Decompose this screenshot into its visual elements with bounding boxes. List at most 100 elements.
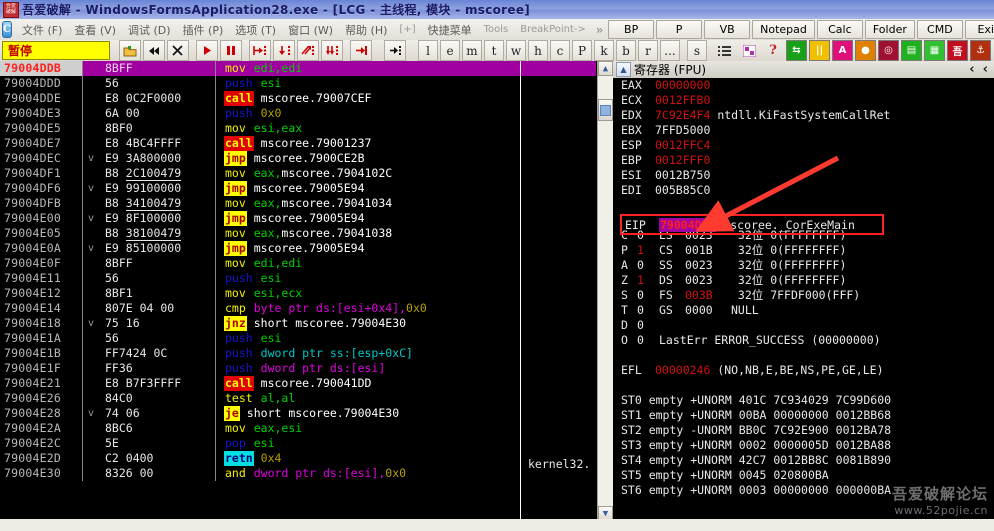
menu-item-plugins[interactable]: 插件 (P) (177, 20, 230, 40)
register-row[interactable]: EDI 005B85C0 (613, 183, 994, 198)
disassembly-rows[interactable]: 79004DDB 8BFF mov edi,edi 79004DDD 56 push es… (0, 61, 596, 481)
disassembly-row[interactable]: 79004E2D C2 0400 retn 0x4 (0, 451, 596, 466)
disassembly-row[interactable]: 79004E1F FF36 push dword ptr ds:[esi] (0, 361, 596, 376)
hex-icon[interactable]: ▦ (924, 40, 945, 61)
toolbar-letter-e[interactable]: e (440, 40, 460, 61)
disassembly-row[interactable]: 79004E18 v 75 16 jnz short mscoree.79004E30 (0, 316, 596, 331)
fpu-register-row[interactable]: ST4 empty +UNORM 42C7 0012BB8C 0081B890 (613, 453, 994, 468)
disassembly-row[interactable]: 79004DDE E8 0C2F0000 call mscoree.79007CEF (0, 91, 596, 106)
disassembly-row[interactable]: 79004E12 8BF1 mov esi,ecx (0, 286, 596, 301)
eip-register-line[interactable]: EIP 79004DDB mscoree._CorExeMain (625, 218, 855, 233)
list-icon[interactable] (714, 40, 736, 61)
fpu-register-row[interactable]: ST0 empty +UNORM 401C 7C934029 7C99D600 (613, 393, 994, 408)
scroll-up-icon[interactable]: ▲ (598, 61, 613, 76)
collapse-icon[interactable]: ▲ (616, 62, 631, 77)
toolbar-letter-m[interactable]: m (462, 40, 482, 61)
register-row[interactable]: EBP 0012FFF0 (613, 153, 994, 168)
cmd-button[interactable]: CMD (916, 20, 963, 39)
flag-row[interactable]: D0 (613, 318, 994, 333)
help-icon[interactable]: ? (762, 40, 784, 61)
step-over-icon[interactable] (273, 40, 295, 61)
menu-item-file[interactable]: 文件 (F) (16, 20, 68, 40)
register-row[interactable]: ESI 0012B750 (613, 168, 994, 183)
toolbar-letter-s[interactable]: s (687, 40, 707, 61)
disassembly-row[interactable]: 79004DDD 56 push esi (0, 76, 596, 91)
disassembly-row[interactable]: 79004E1A 56 push esi (0, 331, 596, 346)
flag-row[interactable]: P 1 CS 001B 32位 0(FFFFFFFF) (613, 243, 994, 258)
exit-button[interactable]: Exit (964, 20, 994, 39)
toolbar-letter-ellipsis[interactable]: ... (660, 40, 680, 61)
efl-row[interactable]: EFL 00000246 (NO,NB,E,BE,NS,PE,GE,LE) (613, 363, 994, 378)
close-icon[interactable] (167, 40, 189, 61)
toolbar-letter-k[interactable]: k (594, 40, 614, 61)
disassembly-row[interactable]: 79004E00 v E9 8F100000 jmp mscoree.79005E94 (0, 211, 596, 226)
fpu-register-row[interactable]: ST1 empty +UNORM 00BA 00000000 0012BB68 (613, 408, 994, 423)
toolbar-letter-P[interactable]: P (572, 40, 592, 61)
flag-row[interactable]: S 0 FS 003B 32位 7FFDF000(FFF) (613, 288, 994, 303)
menu-item-window[interactable]: 窗口 (W) (282, 20, 339, 40)
toolbar-letter-l[interactable]: l (418, 40, 438, 61)
register-row[interactable]: ECX 0012FFB0 (613, 93, 994, 108)
toolbar-letter-c[interactable]: c (550, 40, 570, 61)
folder-button[interactable]: Folder (864, 20, 915, 39)
menu-item-breakpoint[interactable]: BreakPoint-> (514, 22, 592, 37)
register-row[interactable]: EAX 00000000 (613, 78, 994, 93)
toolbar-letter-b[interactable]: b (616, 40, 636, 61)
disassembly-row[interactable]: 79004E0A v E9 85100000 jmp mscoree.79005E94 (0, 241, 596, 256)
register-row[interactable]: EDX 7C92E4F4 ntdll.KiFastSystemCallRet (613, 108, 994, 123)
toolbar-letter-t[interactable]: t (484, 40, 504, 61)
target-icon[interactable]: ◎ (878, 40, 899, 61)
wu-icon[interactable]: 吾 (947, 40, 968, 61)
flag-row[interactable]: Z 1 DS 0023 32位 0(FFFFFFFF) (613, 273, 994, 288)
open-folder-icon[interactable] (119, 40, 141, 61)
flag-row[interactable]: T 0 GS 0000 NULL (613, 303, 994, 318)
toolbar-letter-r[interactable]: r (638, 40, 658, 61)
window-icon[interactable] (738, 40, 760, 61)
fpu-register-row[interactable]: ST2 empty -UNORM BB0C 7C92E900 0012BA78 (613, 423, 994, 438)
flag-icon[interactable]: ⚓ (970, 40, 991, 61)
disassembly-row[interactable]: 79004E30 8326 00 and dword ptr ds:[esi],0x… (0, 466, 596, 481)
disassembly-row[interactable]: 79004DDB 8BFF mov edi,edi (0, 61, 596, 76)
disassembly-row[interactable]: 79004E11 56 push esi (0, 271, 596, 286)
disassembly-row[interactable]: 79004DE7 E8 4BC4FFFF call mscoree.79001237 (0, 136, 596, 151)
vb-button[interactable]: VB (704, 20, 751, 39)
p-button[interactable]: P (656, 20, 703, 39)
disassembly-row[interactable]: 79004E0F 8BFF mov edi,edi (0, 256, 596, 271)
disassembly-row[interactable]: 79004E05 B8 38100479 mov eax,mscoree.79041… (0, 226, 596, 241)
disassembly-row[interactable]: 79004DE5 8BF0 mov esi,eax (0, 121, 596, 136)
fpu-register-row[interactable]: ST5 empty +UNORM 0045 020800BA (613, 468, 994, 483)
disassembly-row[interactable]: 79004E26 84C0 test al,al (0, 391, 596, 406)
menu-item-view[interactable]: 查看 (V) (68, 20, 122, 40)
disassembly-row[interactable]: 79004DFB B8 34100479 mov eax,mscoree.79041… (0, 196, 596, 211)
disassembly-row[interactable]: 79004DF1 B8 2C100479 mov eax,mscoree.79041… (0, 166, 596, 181)
register-row[interactable]: ESP 0012FFC4 (613, 138, 994, 153)
flag-row[interactable]: O 0 LastErr ERROR_SUCCESS (00000000) (613, 333, 994, 348)
pause-icon[interactable] (220, 40, 242, 61)
bp-button[interactable]: BP (608, 20, 655, 39)
disassembly-row[interactable]: 79004E28 v 74 06 je short mscoree.79004E30 (0, 406, 596, 421)
register-row[interactable]: EBX 7FFD5000 (613, 123, 994, 138)
chevron-left-icon-1[interactable]: ‹ (969, 62, 982, 77)
restart-icon[interactable] (143, 40, 165, 61)
menu-item-shortcut[interactable]: 快捷菜单 (422, 20, 478, 40)
trace-into-icon[interactable] (297, 40, 319, 61)
eip-value[interactable]: 79004DDB (659, 218, 717, 232)
sync-icon[interactable]: ⇆ (786, 40, 807, 61)
calc-icon[interactable]: ▤ (901, 40, 922, 61)
step-into-icon[interactable] (249, 40, 271, 61)
registers-panel[interactable]: ▲ 寄存器 (FPU) ‹ ‹ EAX 00000000 ECX 0012FFB0 ED… (613, 61, 994, 521)
menu-item-debug[interactable]: 调试 (D) (122, 20, 177, 40)
attach-icon[interactable]: A (832, 40, 853, 61)
fpu-register-row[interactable]: ST3 empty +UNORM 0002 0000005D 0012BA88 (613, 438, 994, 453)
chevron-right-icon[interactable]: » (592, 23, 607, 37)
pause-blue-icon[interactable]: || (809, 40, 830, 61)
run-to-cursor-icon[interactable] (384, 40, 406, 61)
disassembly-scrollbar[interactable]: ▲ ▼ (597, 61, 613, 521)
menu-item-options[interactable]: 选项 (T) (229, 20, 282, 40)
disassembly-row[interactable]: 79004E14 807E 04 00 cmp byte ptr ds:[esi+0… (0, 301, 596, 316)
disassembly-row[interactable]: 79004E21 E8 B7F3FFFF call mscoree.790041DD (0, 376, 596, 391)
execute-till-return-icon[interactable] (350, 40, 372, 61)
disassembly-row[interactable]: 79004E1B FF7424 0C push dword ptr ss:[esp+… (0, 346, 596, 361)
disassembly-panel[interactable]: 79004DDB 8BFF mov edi,edi 79004DDD 56 push es… (0, 61, 612, 521)
scroll-thumb[interactable] (598, 99, 613, 121)
